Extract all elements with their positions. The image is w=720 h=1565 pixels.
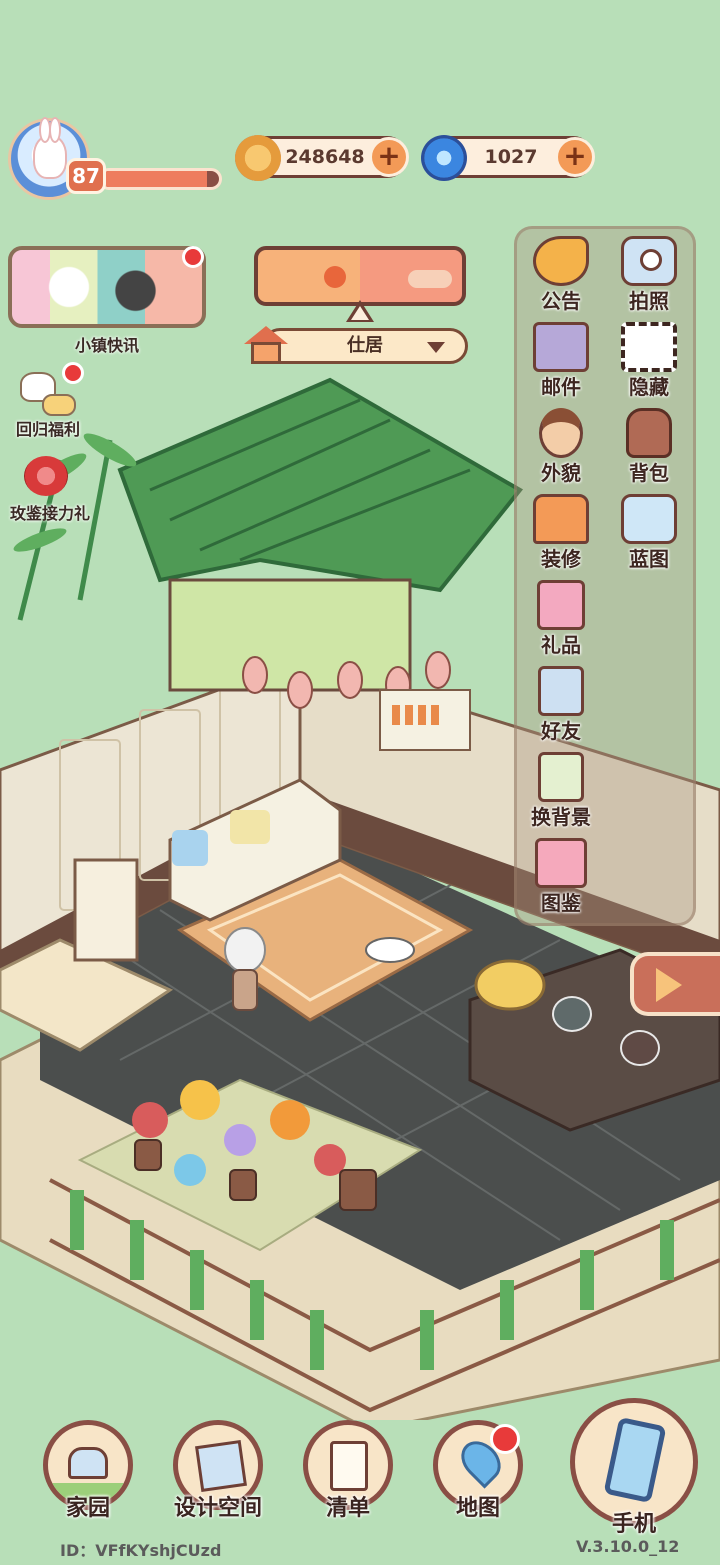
experience-bar xyxy=(98,168,222,190)
envelope-icon xyxy=(42,394,76,416)
level-badge: 87 xyxy=(66,158,106,194)
menu-announcement[interactable]: 公告 xyxy=(516,236,606,322)
expand-panel-button[interactable] xyxy=(630,952,720,1016)
rose-relay-gift-label: 玫鉴接力礼 xyxy=(9,504,90,523)
menu-decorate[interactable]: 装修 xyxy=(516,494,606,580)
return-welfare-label: 回归福利 xyxy=(15,420,80,439)
menu-label: 外貌 xyxy=(541,461,581,485)
envelope-icon xyxy=(533,322,589,372)
menu-mail[interactable]: 邮件 xyxy=(516,322,606,408)
weather-pointer-inner-icon xyxy=(351,306,369,320)
coin-counter: 248648 + xyxy=(235,135,409,181)
backpack-icon xyxy=(626,408,672,458)
menu-collection[interactable]: 图鉴 xyxy=(516,838,606,924)
menu-label: 隐藏 xyxy=(629,375,669,399)
rose-icon xyxy=(24,456,68,496)
menu-label: 拍照 xyxy=(629,289,669,313)
swirl-gem-icon xyxy=(421,135,467,181)
nav-list[interactable]: 清单 xyxy=(298,1420,398,1530)
nav-phone[interactable]: 手机 xyxy=(570,1398,698,1538)
gem-counter: 1027 + xyxy=(421,135,595,181)
add-gems-button[interactable]: + xyxy=(555,137,595,177)
play-arrow-icon xyxy=(656,968,682,1002)
menu-photo[interactable]: 拍照 xyxy=(604,236,694,322)
cloud-icon xyxy=(408,270,452,288)
album-book-icon xyxy=(535,838,587,888)
notification-dot-icon xyxy=(490,1424,520,1454)
blueprint-icon xyxy=(621,494,677,544)
return-welfare-button[interactable] xyxy=(16,362,88,420)
lock-icon[interactable] xyxy=(620,1030,660,1066)
lock-icon[interactable] xyxy=(552,996,592,1032)
face-icon xyxy=(539,408,583,458)
background-picture-icon xyxy=(538,752,584,802)
gem-amount: 1027 xyxy=(484,146,538,168)
menu-label: 背包 xyxy=(629,461,669,485)
weather-banner[interactable] xyxy=(254,246,466,306)
menu-label: 礼品 xyxy=(541,633,581,657)
hide-frame-icon xyxy=(621,322,677,372)
contact-book-icon xyxy=(538,666,584,716)
location-selector[interactable]: 仕居 xyxy=(262,328,468,364)
menu-gifts[interactable]: 礼品 xyxy=(516,580,606,666)
nav-list-label: 清单 xyxy=(325,1496,370,1521)
menu-change-background[interactable]: 换背景 xyxy=(516,752,606,838)
house-icon xyxy=(244,326,288,368)
menu-hide[interactable]: 隐藏 xyxy=(604,322,694,408)
menu-backpack[interactable]: 背包 xyxy=(604,408,694,494)
bunny-avatar-icon xyxy=(33,117,67,179)
menu-label: 公告 xyxy=(541,289,581,313)
add-coins-button[interactable]: + xyxy=(369,137,409,177)
menu-label: 图鉴 xyxy=(541,891,581,915)
megaphone-icon xyxy=(533,236,589,286)
town-news-button[interactable] xyxy=(8,246,206,328)
gift-box-icon xyxy=(537,580,585,630)
notification-dot-icon xyxy=(62,362,84,384)
coin-amount: 248648 xyxy=(285,146,365,168)
menu-label: 蓝图 xyxy=(629,547,669,571)
camera-icon xyxy=(621,236,677,286)
house-wrench-icon xyxy=(533,494,589,544)
sun-icon xyxy=(324,266,346,288)
notification-dot-icon xyxy=(182,246,204,268)
town-news-label: 小镇快讯 xyxy=(74,336,139,355)
menu-label: 邮件 xyxy=(541,375,581,399)
experience-fill xyxy=(101,171,208,187)
location-name: 仕居 xyxy=(347,335,383,356)
menu-appearance[interactable]: 外貌 xyxy=(516,408,606,494)
nav-phone-label: 手机 xyxy=(611,1512,656,1537)
version-text: V.3.10.0_12 xyxy=(576,1537,680,1556)
nav-home-label: 家园 xyxy=(65,1496,110,1521)
coin-icon xyxy=(235,135,281,181)
menu-label: 好友 xyxy=(541,719,581,743)
nav-design-space[interactable]: 设计空间 xyxy=(168,1420,268,1530)
player-id: ID：VFfKYshjCUzd xyxy=(60,1541,222,1560)
menu-friends[interactable]: 好友 xyxy=(516,666,606,752)
chevron-down-icon xyxy=(427,342,445,353)
nav-home[interactable]: 家园 xyxy=(38,1420,138,1530)
menu-label: 装修 xyxy=(541,547,581,571)
nav-design-space-label: 设计空间 xyxy=(173,1496,262,1521)
rose-relay-gift-button[interactable] xyxy=(18,452,82,502)
menu-label: 换背景 xyxy=(531,805,591,829)
nav-map-label: 地图 xyxy=(455,1496,500,1521)
menu-blueprint[interactable]: 蓝图 xyxy=(604,494,694,580)
